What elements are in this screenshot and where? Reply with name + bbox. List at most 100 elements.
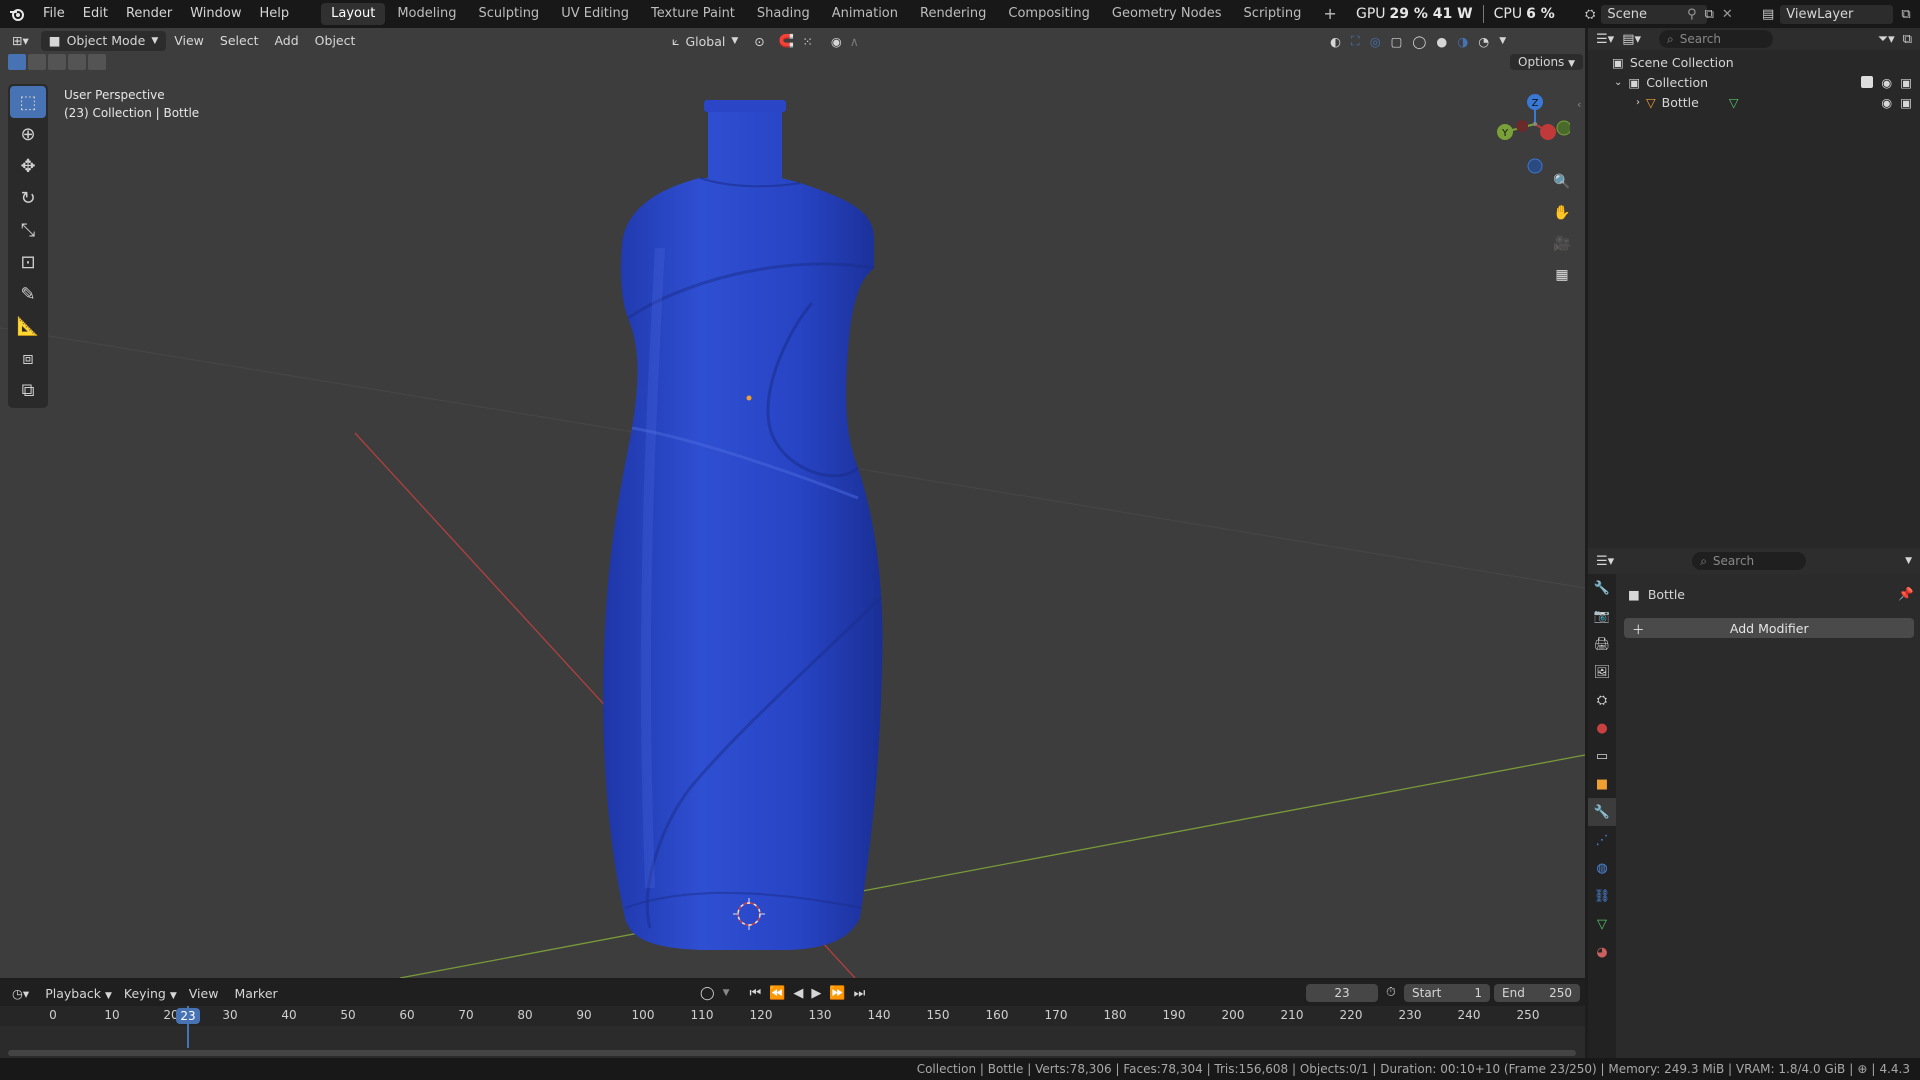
physics-tab-icon[interactable]: ◍ [1588,854,1616,882]
tab-rendering[interactable]: Rendering [910,3,996,25]
sidebar-toggle-icon[interactable]: ‹ [1577,98,1581,111]
new-scene-icon[interactable]: ⧉ [1705,7,1714,22]
menu-playback[interactable]: Playback ▼ [45,986,112,1001]
data-tab-icon[interactable]: ▽ [1588,910,1616,938]
new-view-layer-icon[interactable]: ⧉ [1901,7,1910,22]
add-workspace-button[interactable]: + [1313,3,1346,25]
menu-timeline-view[interactable]: View [189,986,219,1001]
proportional-edit-icon[interactable]: ◉ [831,34,842,49]
mesh-data-icon[interactable]: ▽ [1729,95,1739,110]
blender-logo-icon[interactable] [0,0,34,28]
tab-modeling[interactable]: Modeling [387,3,466,25]
camera-view-icon[interactable]: 🎥 [1548,230,1576,258]
add-modifier-button[interactable]: ＋ Add Modifier [1624,618,1914,638]
annotate-tool-icon[interactable]: ✎ [10,278,46,310]
visibility-icon[interactable]: ◐ [1330,34,1341,49]
eye-icon[interactable]: ◉ [1881,95,1892,110]
menu-view[interactable]: View [166,31,212,51]
keying-dropdown-icon[interactable]: ▼ [723,988,730,998]
camera-icon[interactable]: ▣ [1900,75,1912,90]
falloff-icon[interactable]: ∧ [850,34,859,49]
transform-orientation[interactable]: ⟀ Global ▼ ⊙ 🧲 ⁙ ◉ ∧ [672,33,859,49]
wireframe-shading-icon[interactable]: ◯ [1412,34,1426,49]
timeline-scrollbar[interactable] [8,1050,1576,1056]
tab-layout[interactable]: Layout [321,3,386,25]
menu-edit[interactable]: Edit [74,0,117,28]
tab-sculpting[interactable]: Sculpting [468,3,549,25]
material-shading-icon[interactable]: ◑ [1457,34,1468,49]
scene-selector[interactable]: ⛭ Scene ⚲ ⧉ ✕ [1585,3,1733,25]
properties-search-input[interactable]: ⌕ Search [1692,552,1807,570]
xray-icon[interactable]: ▢ [1391,34,1403,49]
snap-icon[interactable]: 🧲 [779,33,795,49]
world-tab-icon[interactable]: ● [1588,714,1616,742]
solid-shading-icon[interactable]: ● [1436,34,1447,49]
jump-start-icon[interactable]: ⏮ [749,986,761,1001]
tab-scripting[interactable]: Scripting [1234,3,1312,25]
tab-shading[interactable]: Shading [747,3,820,25]
timeline-area[interactable]: 0 10 20 30 40 50 60 70 80 90 100 110 120 130 140 150 160… [0,1006,1585,1058]
overlay-icon[interactable]: ◎ [1370,34,1381,49]
material-tab-icon[interactable]: ◕ [1588,938,1616,966]
select-intersect-icon[interactable] [88,54,106,70]
stopwatch-icon[interactable]: ⏱ [1386,984,1396,1000]
menu-help[interactable]: Help [251,0,299,28]
chevron-down-icon[interactable]: ▼ [1905,556,1912,566]
select-subtract-icon[interactable] [48,54,66,70]
gizmo-icon[interactable]: ⛶ [1351,33,1360,49]
menu-render[interactable]: Render [117,0,181,28]
tab-geometry-nodes[interactable]: Geometry Nodes [1102,3,1232,25]
camera-icon[interactable]: ▣ [1900,95,1912,110]
shading-options-icon[interactable]: ▼ [1499,36,1506,46]
display-mode-icon[interactable]: ▤▾ [1622,32,1641,47]
options-dropdown[interactable]: Options ▼ [1510,54,1584,70]
3d-viewport[interactable]: ⊞▾ ■ Object Mode ▼ View Select Add Objec… [0,28,1585,978]
expand-arrow-icon[interactable]: › [1636,97,1640,108]
select-invert-icon[interactable] [68,54,86,70]
pin-icon[interactable]: 📌 [1898,586,1914,602]
select-new-icon[interactable] [8,54,26,70]
current-frame-field[interactable]: 23 [1306,984,1378,1002]
particles-tab-icon[interactable]: ⋰ [1588,826,1616,854]
eye-icon[interactable]: ◉ [1881,75,1892,90]
timeline-editor-type-icon[interactable]: ◷▾ [12,986,29,1001]
tool-tab-icon[interactable]: 🔧 [1588,574,1616,602]
menu-file[interactable]: File [34,0,74,28]
rendered-shading-icon[interactable]: ◔ [1478,34,1489,49]
snap-target-icon[interactable]: ⁙ [802,34,812,49]
menu-marker[interactable]: Marker [234,986,277,1001]
pan-hand-icon[interactable]: ✋ [1548,199,1576,227]
play-reverse-icon[interactable]: ◀ [793,986,803,1001]
zoom-icon[interactable]: 🔍 [1548,168,1576,196]
filter-icon[interactable]: ⏷▾ [1878,32,1895,47]
outliner-row-collection[interactable]: ⌄ ▣ Collection ◉ ▣ [1588,72,1920,92]
cursor-tool-icon[interactable]: ⊕ [10,118,46,150]
jump-end-icon[interactable]: ⏭ [854,986,866,1001]
extrude-tool-icon[interactable]: ⧉ [10,374,46,406]
object-tab-icon[interactable]: ■ [1588,770,1616,798]
select-extend-icon[interactable] [28,54,46,70]
scene-tab-icon[interactable]: ⛭ [1588,686,1616,714]
outliner-search-input[interactable]: ⌕ Search [1659,30,1773,48]
menu-add[interactable]: Add [266,31,306,51]
transform-tool-icon[interactable]: ⊡ [10,246,46,278]
auto-keying-icon[interactable]: ◯ [700,986,715,1001]
select-box-tool-icon[interactable]: ⬚ [10,86,46,118]
next-keyframe-icon[interactable]: ⏩ [829,986,845,1001]
ortho-grid-icon[interactable]: ▦ [1548,261,1576,289]
pivot-icon[interactable]: ⊙ [754,34,764,49]
constraints-tab-icon[interactable]: ⛓ [1588,882,1616,910]
menu-object[interactable]: Object [307,31,364,51]
measure-tool-icon[interactable]: 📐 [10,310,46,342]
editor-type-icon[interactable]: ⊞▾ [0,31,35,51]
tab-compositing[interactable]: Compositing [998,3,1100,25]
menu-select[interactable]: Select [212,31,267,51]
collection-tab-icon[interactable]: ▭ [1588,742,1616,770]
delete-scene-icon[interactable]: ✕ [1722,7,1733,22]
outliner-row-bottle[interactable]: › ▽ Bottle ▽ ◉ ▣ [1588,92,1920,112]
mode-dropdown[interactable]: ■ Object Mode ▼ [40,31,167,51]
view-layer-selector[interactable]: ▤ ViewLayer ⧉ ✕ [1762,3,1920,25]
play-icon[interactable]: ▶ [811,986,821,1001]
properties-editor-type-icon[interactable]: ☰▾ [1596,554,1614,569]
outliner-editor-type-icon[interactable]: ☰▾ [1596,32,1614,47]
